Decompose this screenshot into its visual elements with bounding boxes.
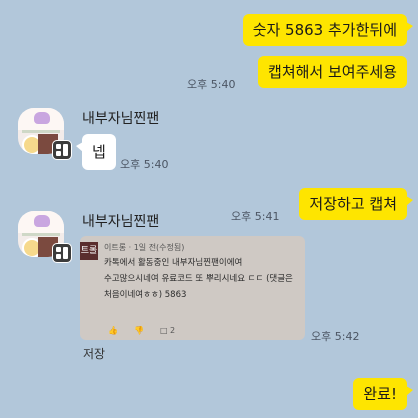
comment-line: 카톡에서 활동중인 내부자님찐팬이에여 <box>104 258 243 268</box>
shared-image[interactable]: 트롤 이트롱 · 1일 전(수정됨) 카톡에서 활동중인 내부자님찐팬이에여 수… <box>80 236 305 340</box>
other-message-bubble[interactable]: 넵 <box>76 134 116 170</box>
message-timestamp: 오후 5:42 <box>311 330 360 343</box>
comment-icon: □ 2 <box>159 326 176 335</box>
profile-badge-icon <box>52 243 72 263</box>
thumbs-down-icon: 👎 <box>133 326 144 335</box>
comment-line: 수고많으시네여 유료코드 또 뿌리시네요 ㄷㄷ (댓글은 <box>104 274 293 284</box>
comment-line: 처음이네여ㅎㅎ) 5863 <box>104 290 187 300</box>
sender-name: 내부자님찐팬 <box>82 214 160 230</box>
message-timestamp: 오후 5:40 <box>120 158 169 171</box>
comment-actions: 👍 👎 □ 2 <box>108 326 175 335</box>
thumbs-up-icon: 👍 <box>108 326 118 335</box>
channel-logo: 트롤 <box>80 242 98 260</box>
message-timestamp: 오후 5:40 <box>187 78 236 91</box>
my-message-bubble[interactable]: 캡쳐해서 보여주세용 <box>258 56 407 88</box>
comment-meta: 이트롱 · 1일 전(수정됨) <box>104 243 185 252</box>
message-timestamp: 오후 5:41 <box>231 210 280 223</box>
reply-count: 2 <box>170 326 176 335</box>
image-caption: 저장 <box>83 347 106 361</box>
my-message-bubble[interactable]: 숫자 5863 추가한뒤에 <box>242 14 414 46</box>
profile-badge-icon <box>52 140 72 160</box>
my-message-bubble[interactable]: 완료! <box>353 378 413 410</box>
my-message-bubble[interactable]: 저장하고 캡쳐 <box>299 188 413 220</box>
sender-name: 내부자님찐팬 <box>82 111 160 127</box>
